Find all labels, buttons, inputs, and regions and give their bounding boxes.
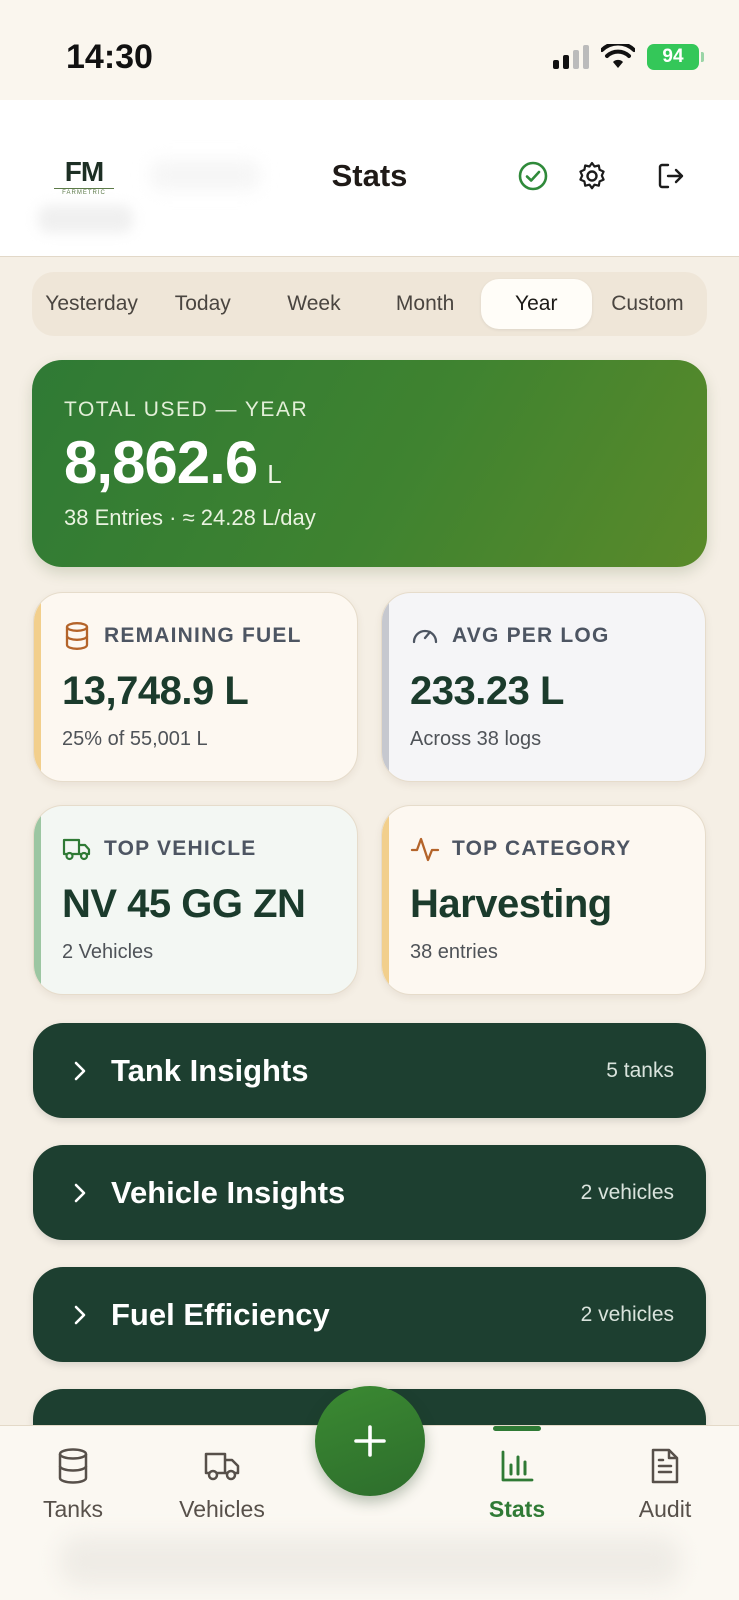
blurred-area — [38, 205, 133, 233]
top-vehicle-subtitle: 2 Vehicles — [62, 941, 154, 963]
activity-icon — [410, 834, 440, 864]
total-used-card: TOTAL USED — YEAR 8,862.6 L 38 Entries ·… — [32, 360, 707, 567]
section-count: 2 vehicles — [580, 1180, 674, 1204]
truck-icon — [202, 1446, 242, 1486]
card-accent-strip — [34, 593, 41, 781]
bar-chart-icon — [497, 1446, 537, 1486]
database-icon — [62, 621, 92, 651]
truck-icon — [62, 834, 92, 864]
status-bar: 14:30 94 — [0, 0, 739, 100]
remaining-fuel-label: REMAINING FUEL — [104, 624, 302, 647]
nav-stats-label: Stats — [488, 1496, 546, 1522]
chevron-right-icon — [69, 1182, 91, 1204]
card-accent-strip — [382, 593, 389, 781]
section-count: 2 vehicles — [580, 1302, 674, 1326]
top-vehicle-value: NV 45 GG ZN — [62, 882, 306, 926]
top-category-label: TOP CATEGORY — [452, 837, 632, 860]
page-title: Stats — [331, 158, 408, 193]
avg-per-log-card[interactable]: AVG PER LOG 233.23 L Across 38 logs — [381, 592, 706, 782]
period-selector: Yesterday Today Week Month Year Custom — [32, 272, 707, 336]
app-header: FM FARMETRIC Stats — [0, 100, 739, 257]
period-yesterday[interactable]: Yesterday — [36, 279, 147, 329]
card-accent-strip — [382, 806, 389, 994]
wifi-icon — [601, 44, 635, 68]
document-icon — [645, 1446, 685, 1486]
home-indicator-area — [60, 1536, 680, 1586]
nav-audit-label: Audit — [638, 1496, 692, 1522]
remaining-fuel-value: 13,748.9 L — [62, 669, 249, 713]
period-year[interactable]: Year — [480, 279, 592, 329]
nav-audit[interactable]: Audit — [600, 1446, 730, 1523]
card-accent-strip — [34, 806, 41, 994]
settings-gear-icon[interactable] — [574, 158, 610, 194]
top-vehicle-label: TOP VEHICLE — [104, 837, 257, 860]
database-icon — [53, 1446, 93, 1486]
period-week[interactable]: Week — [258, 279, 369, 329]
period-today[interactable]: Today — [147, 279, 258, 329]
top-category-subtitle: 38 entries — [410, 941, 498, 963]
top-category-value: Harvesting — [410, 882, 612, 926]
status-time: 14:30 — [66, 38, 153, 76]
top-category-card[interactable]: TOP CATEGORY Harvesting 38 entries — [381, 805, 706, 995]
section-title: Tank Insights — [111, 1052, 309, 1088]
nav-vehicles-label: Vehicles — [179, 1496, 265, 1522]
remaining-fuel-card[interactable]: REMAINING FUEL 13,748.9 L 25% of 55,001 … — [33, 592, 358, 782]
gauge-icon — [410, 621, 440, 651]
section-count: 5 tanks — [606, 1058, 674, 1082]
nav-stats[interactable]: Stats — [452, 1446, 582, 1523]
nav-vehicles[interactable]: Vehicles — [157, 1446, 287, 1523]
section-title: Fuel Efficiency — [111, 1296, 330, 1332]
logout-icon[interactable] — [653, 158, 689, 194]
vehicle-insights-section[interactable]: Vehicle Insights 2 vehicles — [33, 1145, 706, 1240]
avg-per-log-label: AVG PER LOG — [452, 624, 610, 647]
chevron-right-icon — [69, 1304, 91, 1326]
total-used-unit: L — [267, 459, 282, 489]
section-title: Vehicle Insights — [111, 1174, 346, 1210]
tank-insights-section[interactable]: Tank Insights 5 tanks — [33, 1023, 706, 1118]
nav-tanks-label: Tanks — [42, 1496, 104, 1522]
cellular-signal-icon — [553, 45, 589, 69]
avg-per-log-subtitle: Across 38 logs — [410, 728, 542, 750]
battery-icon: 94 — [647, 44, 704, 70]
total-used-label: TOTAL USED — YEAR — [64, 398, 309, 421]
fuel-efficiency-section[interactable]: Fuel Efficiency 2 vehicles — [33, 1267, 706, 1362]
remaining-fuel-subtitle: 25% of 55,001 L — [62, 728, 208, 750]
avg-per-log-value: 233.23 L — [410, 669, 564, 713]
total-used-subtitle: 38 Entries · ≈ 24.28 L/day — [64, 505, 316, 530]
nav-tanks[interactable]: Tanks — [8, 1446, 138, 1523]
period-custom[interactable]: Custom — [592, 279, 703, 329]
chevron-right-icon — [69, 1060, 91, 1082]
status-icons: 94 — [553, 44, 704, 70]
active-tab-indicator — [493, 1426, 541, 1431]
sync-check-icon[interactable] — [515, 158, 551, 194]
total-used-value: 8,862.6 — [64, 429, 258, 496]
plus-icon — [354, 1425, 386, 1457]
period-month[interactable]: Month — [370, 279, 481, 329]
total-used-value-row: 8,862.6 L — [64, 428, 675, 497]
add-entry-button[interactable] — [315, 1386, 425, 1496]
top-vehicle-card[interactable]: TOP VEHICLE NV 45 GG ZN 2 Vehicles — [33, 805, 358, 995]
